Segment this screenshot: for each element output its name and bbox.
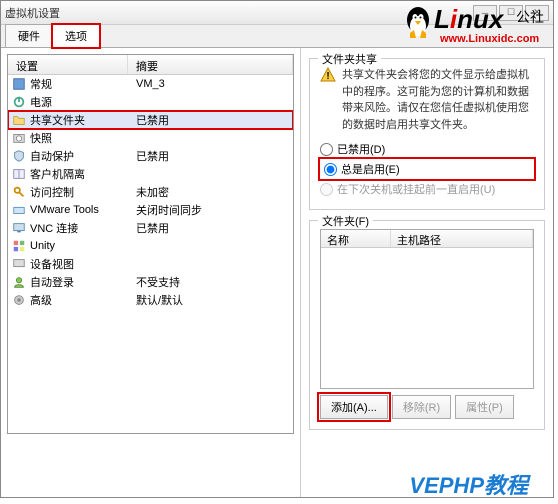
warning-text: 共享文件夹会将您的文件显示给虚拟机中的程序。这可能为您的计算机和数据带来风险。请… [342,67,534,133]
linux-logo: Linux 公社 www.Linuxidc.com [398,0,558,51]
folder-col-name: 名称 [321,230,391,247]
row-summary: 不受支持 [128,274,293,290]
table-row[interactable]: 高级 默认/默认 [8,291,293,309]
table-row[interactable]: 常规 VM_3 [8,75,293,93]
row-label: 自动保护 [30,148,74,164]
right-panel: 文件夹共享 ! 共享文件夹会将您的文件显示给虚拟机中的程序。这可能为您的计算机和… [301,48,553,497]
tab-options[interactable]: 选项 [52,24,100,48]
row-summary: 未加密 [128,184,293,200]
row-label: 常规 [30,76,52,92]
row-label: 客户机隔离 [30,166,85,182]
table-row[interactable]: 自动登录 不受支持 [8,273,293,291]
row-label: 自动登录 [30,274,74,290]
radio-disabled-label: 已禁用(D) [337,141,385,157]
radio-always[interactable]: 总是启用(E) [320,159,534,179]
row-label: 高级 [30,292,52,308]
row-summary: 关闭时间同步 [128,202,293,218]
table-row[interactable]: 访问控制 未加密 [8,183,293,201]
svg-text:!: ! [326,71,329,82]
table-row[interactable]: 电源 [8,93,293,111]
vnc-icon [12,221,26,235]
add-button[interactable]: 添加(A)... [320,395,388,419]
row-label: Unity [30,240,55,252]
props-button[interactable]: 属性(P) [455,395,514,419]
auto-login-icon [12,275,26,289]
radio-next-label: 在下次关机或挂起前一直启用(U) [337,181,495,197]
row-label: 电源 [30,94,52,110]
row-label: VMware Tools [30,204,99,216]
table-row[interactable]: VMware Tools 关闭时间同步 [8,201,293,219]
left-panel: 设置 摘要 常规 VM_3 电源 共享文件夹 已禁用 [1,48,301,497]
folders-group-title: 文件夹(F) [318,213,373,229]
table-row[interactable]: 设备视图 [8,255,293,273]
table-row[interactable]: 共享文件夹 已禁用 [8,111,293,129]
row-summary: 已禁用 [128,148,293,164]
snapshot-icon [12,131,26,145]
footer-brand: VEPHP教程 [409,468,528,500]
radio-always-input[interactable] [324,163,337,176]
row-label: VNC 连接 [30,220,78,236]
advanced-icon [12,293,26,307]
radio-always-label: 总是启用(E) [341,161,400,177]
shared-folder-icon [12,113,26,127]
share-group-title: 文件夹共享 [318,51,381,67]
device-table: 设置 摘要 常规 VM_3 电源 共享文件夹 已禁用 [7,54,294,434]
col-device: 设置 [8,55,128,74]
table-row[interactable]: 客户机隔离 [8,165,293,183]
radio-next-input [320,183,333,196]
row-label: 设备视图 [30,256,74,272]
radio-disabled[interactable]: 已禁用(D) [320,139,534,159]
device-view-icon [12,257,26,271]
col-summary: 摘要 [128,55,293,74]
guest-isolation-icon [12,167,26,181]
table-row[interactable]: Unity [8,237,293,255]
folder-col-path: 主机路径 [391,230,533,247]
row-label: 共享文件夹 [30,112,85,128]
vmware-tools-icon [12,203,26,217]
folders-group: 文件夹(F) 名称 主机路径 添加(A)... 移除(R) 属性(P) [309,220,545,430]
unity-icon [12,239,26,253]
settings-window: 虚拟机设置 ─ ☐ ✕ 硬件 选项 设置 摘要 常规 VM_3 [0,0,554,498]
row-label: 快照 [30,130,52,146]
svg-text:Linux: Linux [434,4,505,34]
table-row[interactable]: 自动保护 已禁用 [8,147,293,165]
row-summary: 已禁用 [128,220,293,236]
row-summary: 默认/默认 [128,292,293,308]
table-row[interactable]: 快照 [8,129,293,147]
remove-button[interactable]: 移除(R) [392,395,451,419]
svg-text:公社: 公社 [516,10,544,26]
access-control-icon [12,185,26,199]
tab-hardware[interactable]: 硬件 [5,24,53,48]
warning-icon: ! [320,67,336,83]
table-row[interactable]: VNC 连接 已禁用 [8,219,293,237]
row-label: 访问控制 [30,184,74,200]
general-icon [12,77,26,91]
power-icon [12,95,26,109]
row-summary: VM_3 [128,78,293,90]
folder-list[interactable]: 名称 主机路径 [320,229,534,389]
autoprotect-icon [12,149,26,163]
radio-disabled-input[interactable] [320,143,333,156]
window-title: 虚拟机设置 [5,5,60,21]
row-summary: 已禁用 [128,112,293,128]
radio-next: 在下次关机或挂起前一直启用(U) [320,179,534,199]
logo-url: www.Linuxidc.com [439,33,539,45]
share-group: 文件夹共享 ! 共享文件夹会将您的文件显示给虚拟机中的程序。这可能为您的计算机和… [309,58,545,210]
